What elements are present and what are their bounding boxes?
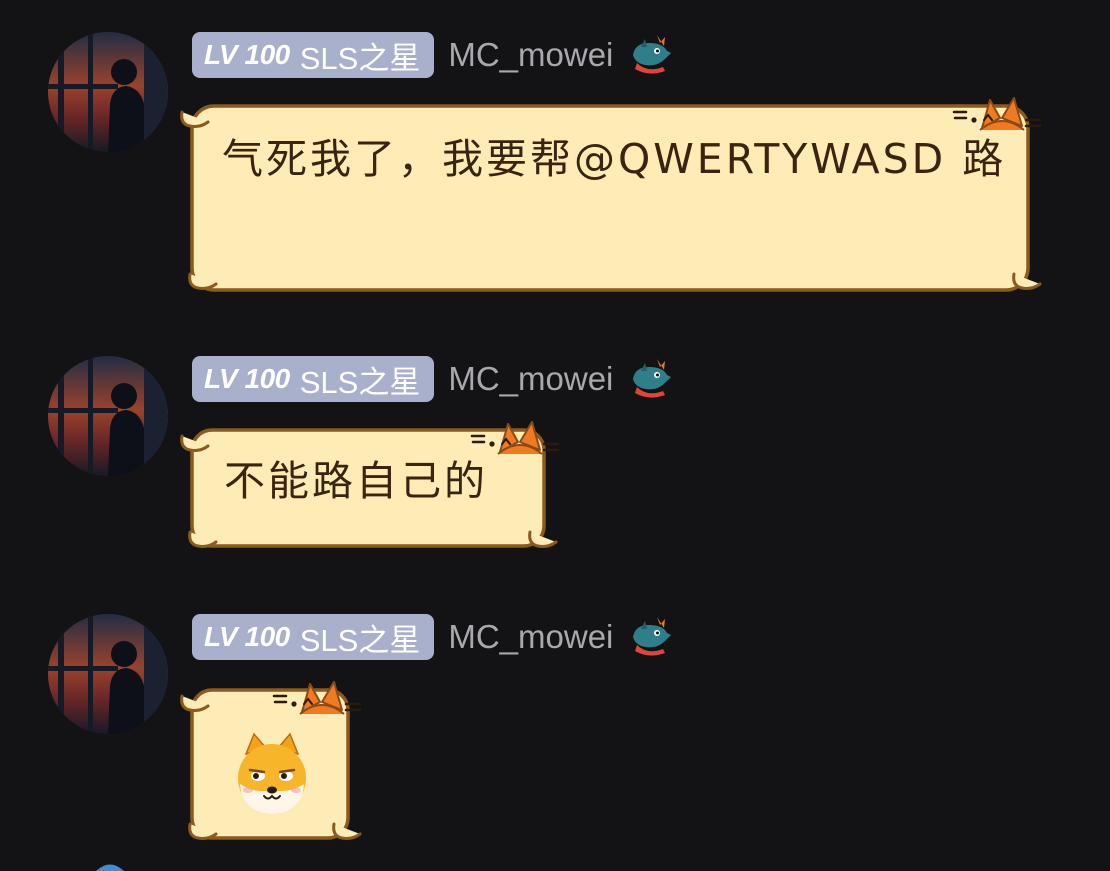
- avatar[interactable]: [48, 614, 168, 734]
- level-badge[interactable]: LV 100 SLS之星: [192, 356, 435, 402]
- level-badge[interactable]: LV 100 SLS之星: [192, 614, 435, 660]
- badge-level: LV 100: [204, 39, 290, 70]
- avatar-silhouette-icon: [48, 614, 168, 734]
- username[interactable]: MC_mowei: [448, 360, 613, 398]
- shiba-dog-sticker-icon[interactable]: [232, 732, 312, 816]
- dragon-icon: [627, 615, 673, 659]
- dragon-icon: [627, 33, 673, 77]
- avatar-silhouette-icon: [48, 356, 168, 476]
- dragon-icon: [627, 357, 673, 401]
- message-bubble[interactable]: 气死我了，我要帮@QWERTYWASD 路: [180, 96, 1042, 300]
- message-text: 气死我了，我要帮@QWERTYWASD 路: [222, 135, 1007, 183]
- username[interactable]: MC_mowei: [448, 618, 613, 656]
- avatar-silhouette-icon: [48, 32, 168, 152]
- next-message-avatar-partial: [96, 864, 124, 871]
- level-badge[interactable]: LV 100 SLS之星: [192, 32, 435, 78]
- message-text: 不能路自己的: [224, 457, 488, 505]
- cat-ears-decoration-icon: [272, 674, 362, 718]
- avatar[interactable]: [48, 356, 168, 476]
- badge-title: SLS之星: [299, 622, 421, 658]
- badge-level: LV 100: [204, 363, 290, 394]
- badge-title: SLS之星: [299, 364, 421, 400]
- badge-level: LV 100: [204, 621, 290, 652]
- message-header: LV 100 SLS之星 MC_mowei: [192, 31, 673, 79]
- username[interactable]: MC_mowei: [448, 36, 613, 74]
- badge-title: SLS之星: [299, 40, 421, 76]
- message-bubble[interactable]: [180, 680, 362, 850]
- message-header: LV 100 SLS之星 MC_mowei: [192, 355, 673, 403]
- message-bubble[interactable]: 不能路自己的: [180, 420, 556, 556]
- bubble-frame: [180, 104, 1042, 292]
- avatar[interactable]: [48, 32, 168, 152]
- message-header: LV 100 SLS之星 MC_mowei: [192, 613, 673, 661]
